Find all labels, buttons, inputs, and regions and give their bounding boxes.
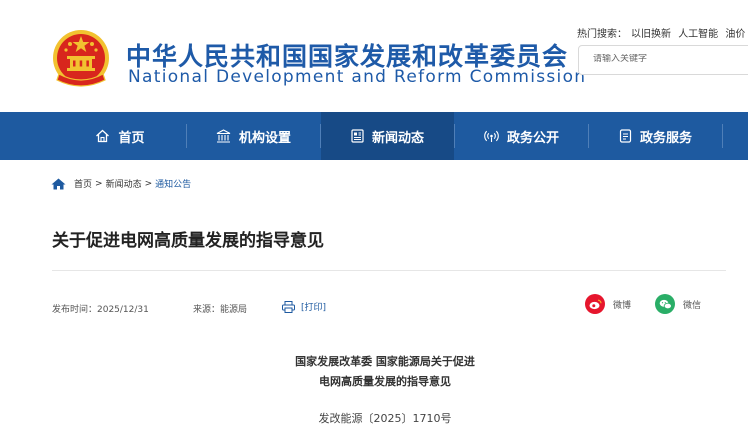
weibo-icon	[585, 294, 605, 314]
wechat-icon	[655, 294, 675, 314]
share-label: 微博	[613, 300, 632, 311]
document-heading: 国家发展改革委 国家能源局关于促进 电网高质量发展的指导意见	[240, 352, 530, 392]
hot-term-link[interactable]: 油价	[725, 29, 745, 40]
share-label: 微信	[683, 300, 702, 311]
nav-item-organization[interactable]: 机构设置	[187, 112, 320, 160]
nav-item-label: 新闻动态	[371, 130, 424, 146]
nav-item-gov-affairs[interactable]: 政务公开	[455, 112, 588, 160]
search-box[interactable]	[578, 45, 748, 75]
nav-item-label: 首页	[118, 130, 145, 146]
document-heading-line: 电网高质量发展的指导意见	[319, 375, 451, 388]
nav-item-label: 政务服务	[639, 130, 692, 146]
home-icon[interactable]	[51, 178, 66, 190]
breadcrumb-link[interactable]: 新闻动态	[106, 177, 142, 190]
nav-separator	[722, 124, 723, 148]
hot-term-link[interactable]: 以旧换新	[631, 29, 671, 40]
nav-item-home[interactable]: 首页	[55, 112, 185, 160]
broadcast-icon	[484, 129, 499, 143]
breadcrumb: 首页 > 新闻动态 > 通知公告	[51, 177, 191, 190]
document-number: 发改能源〔2025〕1710号	[318, 412, 452, 425]
breadcrumb-separator: >	[95, 178, 103, 189]
hot-search-label: 热门搜索：	[577, 29, 627, 40]
printer-icon	[282, 300, 295, 313]
site-header: 中华人民共和国国家发展和改革委员会 National Development a…	[0, 0, 748, 112]
hot-term-link[interactable]: 人工智能	[678, 29, 718, 40]
share-weibo[interactable]: 微博	[585, 294, 631, 314]
document-icon	[619, 129, 632, 143]
breadcrumb-separator: >	[144, 178, 153, 189]
breadcrumb-current[interactable]: 通知公告	[155, 177, 191, 190]
home-outline-icon	[95, 129, 110, 143]
nav-item-gov-services[interactable]: 政务服务	[589, 112, 722, 160]
main-nav: 首页 机构设置 新闻动态 政务公开 政务服务	[0, 112, 748, 160]
share-wechat[interactable]: 微信	[655, 294, 701, 314]
nav-item-label: 政务公开	[506, 130, 559, 146]
title-divider	[52, 270, 726, 271]
article-title: 关于促进电网高质量发展的指导意见	[52, 231, 324, 251]
nav-item-label: 机构设置	[238, 130, 291, 146]
search-input[interactable]	[593, 54, 743, 64]
newspaper-icon	[351, 129, 364, 143]
nav-item-news[interactable]: 新闻动态	[321, 112, 454, 160]
breadcrumb-link[interactable]: 首页	[74, 177, 92, 190]
national-emblem-icon[interactable]	[51, 28, 111, 92]
publish-time: 发布时间：2025/12/31	[52, 305, 149, 315]
document-heading-line: 国家发展改革委 国家能源局关于促进	[295, 355, 475, 368]
print-label: [打印]	[301, 303, 327, 313]
print-button[interactable]: [打印]	[282, 300, 326, 313]
hot-search: 热门搜索： 以旧换新 人工智能 油价	[577, 25, 748, 40]
building-icon	[216, 129, 231, 143]
article-source: 来源：能源局	[193, 305, 248, 315]
site-title-en[interactable]: National Development and Reform Commissi…	[128, 67, 586, 87]
